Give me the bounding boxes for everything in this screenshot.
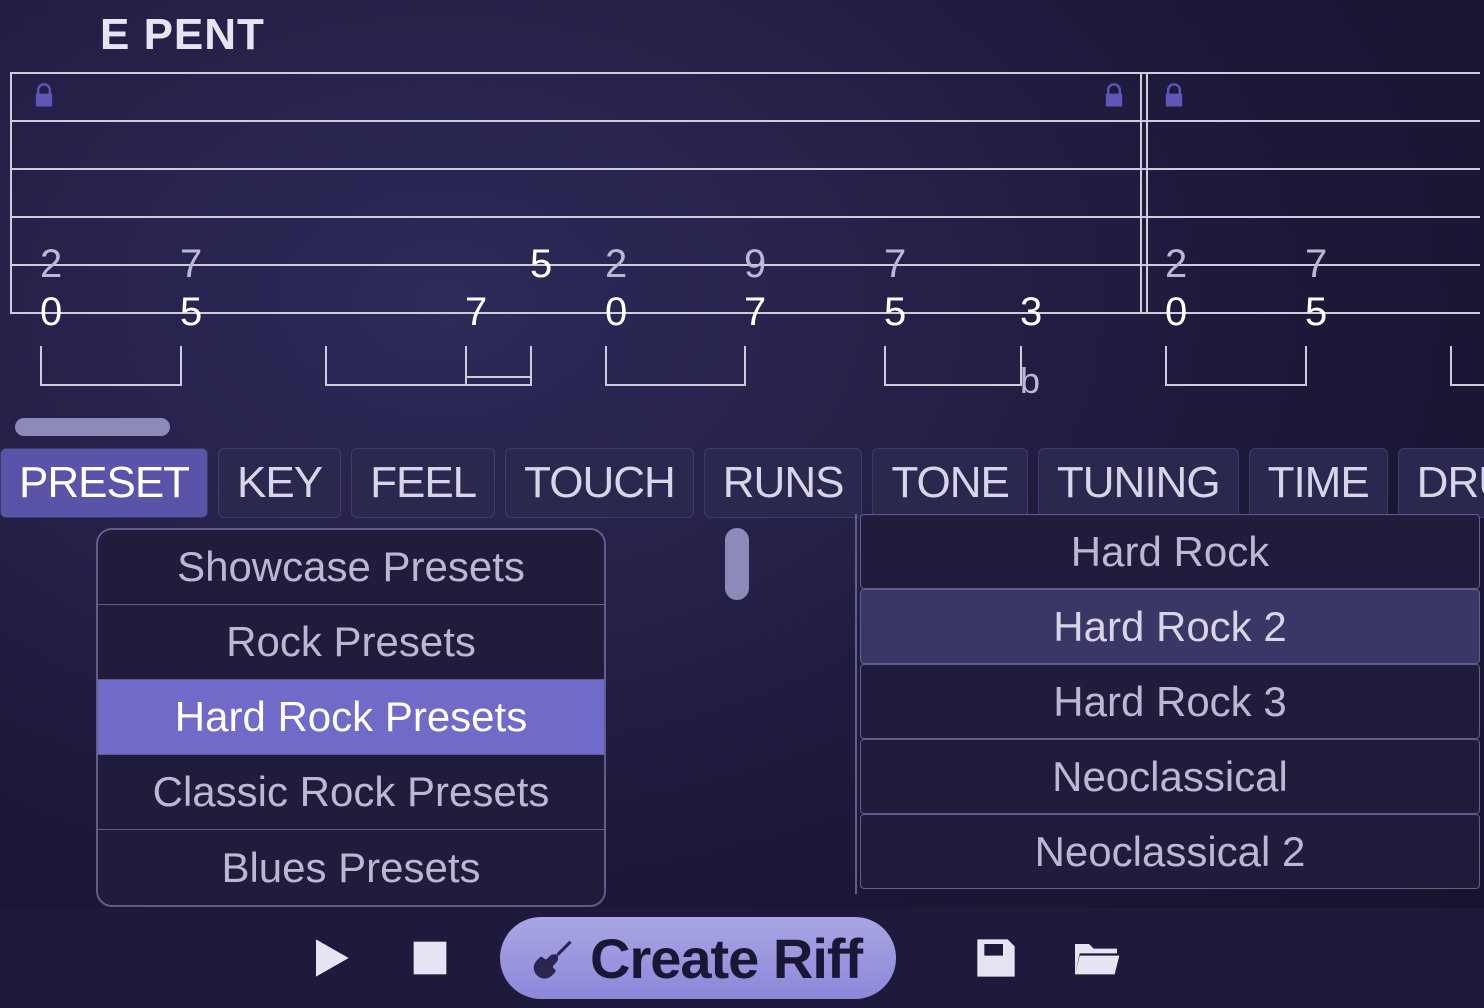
preset-item[interactable]: Hard Rock 3 [860,664,1480,739]
tab-note: 7 [465,290,487,335]
tab-note: 7 [180,242,202,287]
category-item[interactable]: Rock Presets [98,605,604,680]
category-item[interactable]: Hard Rock Presets [98,680,604,755]
tab-note: 0 [1165,290,1187,335]
stop-button[interactable] [400,928,460,988]
beam-group [884,346,1020,386]
beam-group [325,346,530,386]
beam-group [40,346,180,386]
tab-drums[interactable]: DRUMS [1398,448,1484,518]
preset-item[interactable]: Neoclassical [860,739,1480,814]
preset-item[interactable]: Neoclassical 2 [860,814,1480,889]
tab-preset[interactable]: PRESET [0,448,208,518]
tab-note: 5 [884,290,906,335]
beam-group [1165,346,1305,386]
scale-title: E PENT [100,10,265,60]
open-button[interactable] [1066,928,1126,988]
category-scroll-thumb[interactable] [725,528,749,600]
preset-item-list: Hard RockHard Rock 2Hard Rock 3Neoclassi… [860,514,1480,889]
preset-category-list: Showcase PresetsRock PresetsHard Rock Pr… [96,528,606,907]
preset-item[interactable]: Hard Rock [860,514,1480,589]
tab-beams [10,332,1480,392]
transport-bar: Create Riff [0,908,1484,1008]
tab-note: 5 [1305,290,1327,335]
save-button[interactable] [966,928,1026,988]
tab-note: 2 [40,242,62,287]
panel-divider [855,514,857,894]
tab-note: 7 [1305,242,1327,287]
category-item[interactable]: Showcase Presets [98,530,604,605]
create-riff-button[interactable]: Create Riff [500,917,896,999]
create-riff-label: Create Riff [590,926,862,991]
tab-tone[interactable]: TONE [872,448,1027,518]
tablature[interactable]: 20757520977532075 b [10,72,1480,392]
tab-note: 0 [40,290,62,335]
beam-group [605,346,744,386]
tab-note: 7 [744,290,766,335]
play-button[interactable] [300,928,360,988]
tab-time[interactable]: TIME [1249,448,1388,518]
tab-note: 5 [530,242,552,287]
bend-annotation: b [1020,360,1040,402]
category-item[interactable]: Classic Rock Presets [98,755,604,830]
parameter-tabs: PRESETKEYFEELTOUCHRUNSTONETUNINGTIMEDRUM… [0,448,1484,518]
tab-note: 5 [180,290,202,335]
beam-group [1450,346,1484,386]
tab-note: 0 [605,290,627,335]
tab-runs[interactable]: RUNS [704,448,863,518]
tab-note: 2 [605,242,627,287]
preset-panel: Showcase PresetsRock PresetsHard Rock Pr… [0,528,1484,908]
preset-item[interactable]: Hard Rock 2 [860,589,1480,664]
tab-note: 9 [744,242,766,287]
tab-key[interactable]: KEY [218,448,341,518]
tab-tuning[interactable]: TUNING [1038,448,1239,518]
category-item[interactable]: Blues Presets [98,830,604,905]
tab-touch[interactable]: TOUCH [505,448,694,518]
tab-note: 3 [1020,290,1042,335]
tab-note: 2 [1165,242,1187,287]
tab-scroll-thumb[interactable] [15,418,170,436]
guitar-icon [524,932,576,984]
tab-note: 7 [884,242,906,287]
tab-feel[interactable]: FEEL [351,448,495,518]
